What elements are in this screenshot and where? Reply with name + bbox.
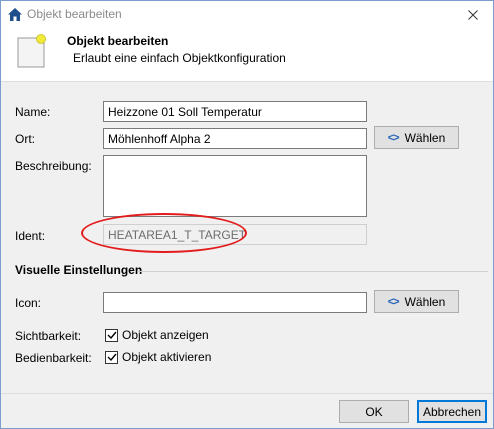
icon-choose-label: Wählen — [404, 294, 446, 309]
icon-input[interactable] — [103, 292, 367, 313]
icon-label: Icon: — [15, 296, 42, 310]
window-title: Objekt bearbeiten — [27, 7, 122, 21]
sichtbarkeit-checkbox[interactable]: Objekt anzeigen — [105, 328, 209, 342]
close-button[interactable] — [453, 1, 493, 29]
ident-label: Ident: — [15, 229, 46, 243]
cancel-button[interactable]: Abbrechen — [417, 400, 487, 423]
code-brackets-icon: <> — [387, 131, 400, 144]
sichtbarkeit-checkbox-label: Objekt anzeigen — [122, 328, 209, 342]
footer-divider — [1, 393, 493, 394]
section-divider — [138, 271, 488, 272]
ort-input[interactable] — [103, 128, 367, 149]
name-input[interactable] — [103, 101, 367, 122]
icon-choose-button[interactable]: <> Wählen — [374, 290, 459, 313]
house-icon — [8, 8, 22, 21]
title-bar: Objekt bearbeiten — [1, 1, 493, 29]
bedienbarkeit-checkbox[interactable]: Objekt aktivieren — [105, 350, 211, 364]
ok-button[interactable]: OK — [339, 400, 409, 423]
sichtbarkeit-checkbox-box[interactable] — [105, 328, 118, 342]
header-subtitle: Erlaubt eine einfach Objektkonfiguration — [73, 51, 286, 65]
document-icon — [17, 34, 46, 68]
beschreibung-textarea[interactable] — [103, 155, 367, 217]
sichtbarkeit-label: Sichtbarkeit: — [15, 329, 82, 343]
dialog-header: Objekt bearbeiten Erlaubt eine einfach O… — [1, 29, 493, 82]
checkmark-icon — [107, 331, 117, 340]
ort-label: Ort: — [15, 132, 35, 146]
bedienbarkeit-checkbox-label: Objekt aktivieren — [122, 350, 212, 364]
ort-choose-button[interactable]: <> Wählen — [374, 126, 459, 149]
ident-input — [103, 224, 367, 245]
section-title-visual: Visuelle Einstellungen — [15, 263, 143, 277]
checkmark-icon — [107, 353, 117, 362]
name-label: Name: — [15, 105, 51, 119]
header-title: Objekt bearbeiten — [67, 34, 169, 48]
bedienbarkeit-label: Bedienbarkeit: — [15, 351, 92, 365]
bedienbarkeit-checkbox-box[interactable] — [105, 350, 118, 364]
beschreibung-label: Beschreibung: — [15, 159, 92, 173]
dialog-window: Objekt bearbeiten Objekt bearbeiten Erla… — [0, 0, 494, 429]
ort-choose-label: Wählen — [404, 130, 446, 145]
close-icon — [468, 10, 478, 20]
code-brackets-icon: <> — [387, 295, 400, 308]
